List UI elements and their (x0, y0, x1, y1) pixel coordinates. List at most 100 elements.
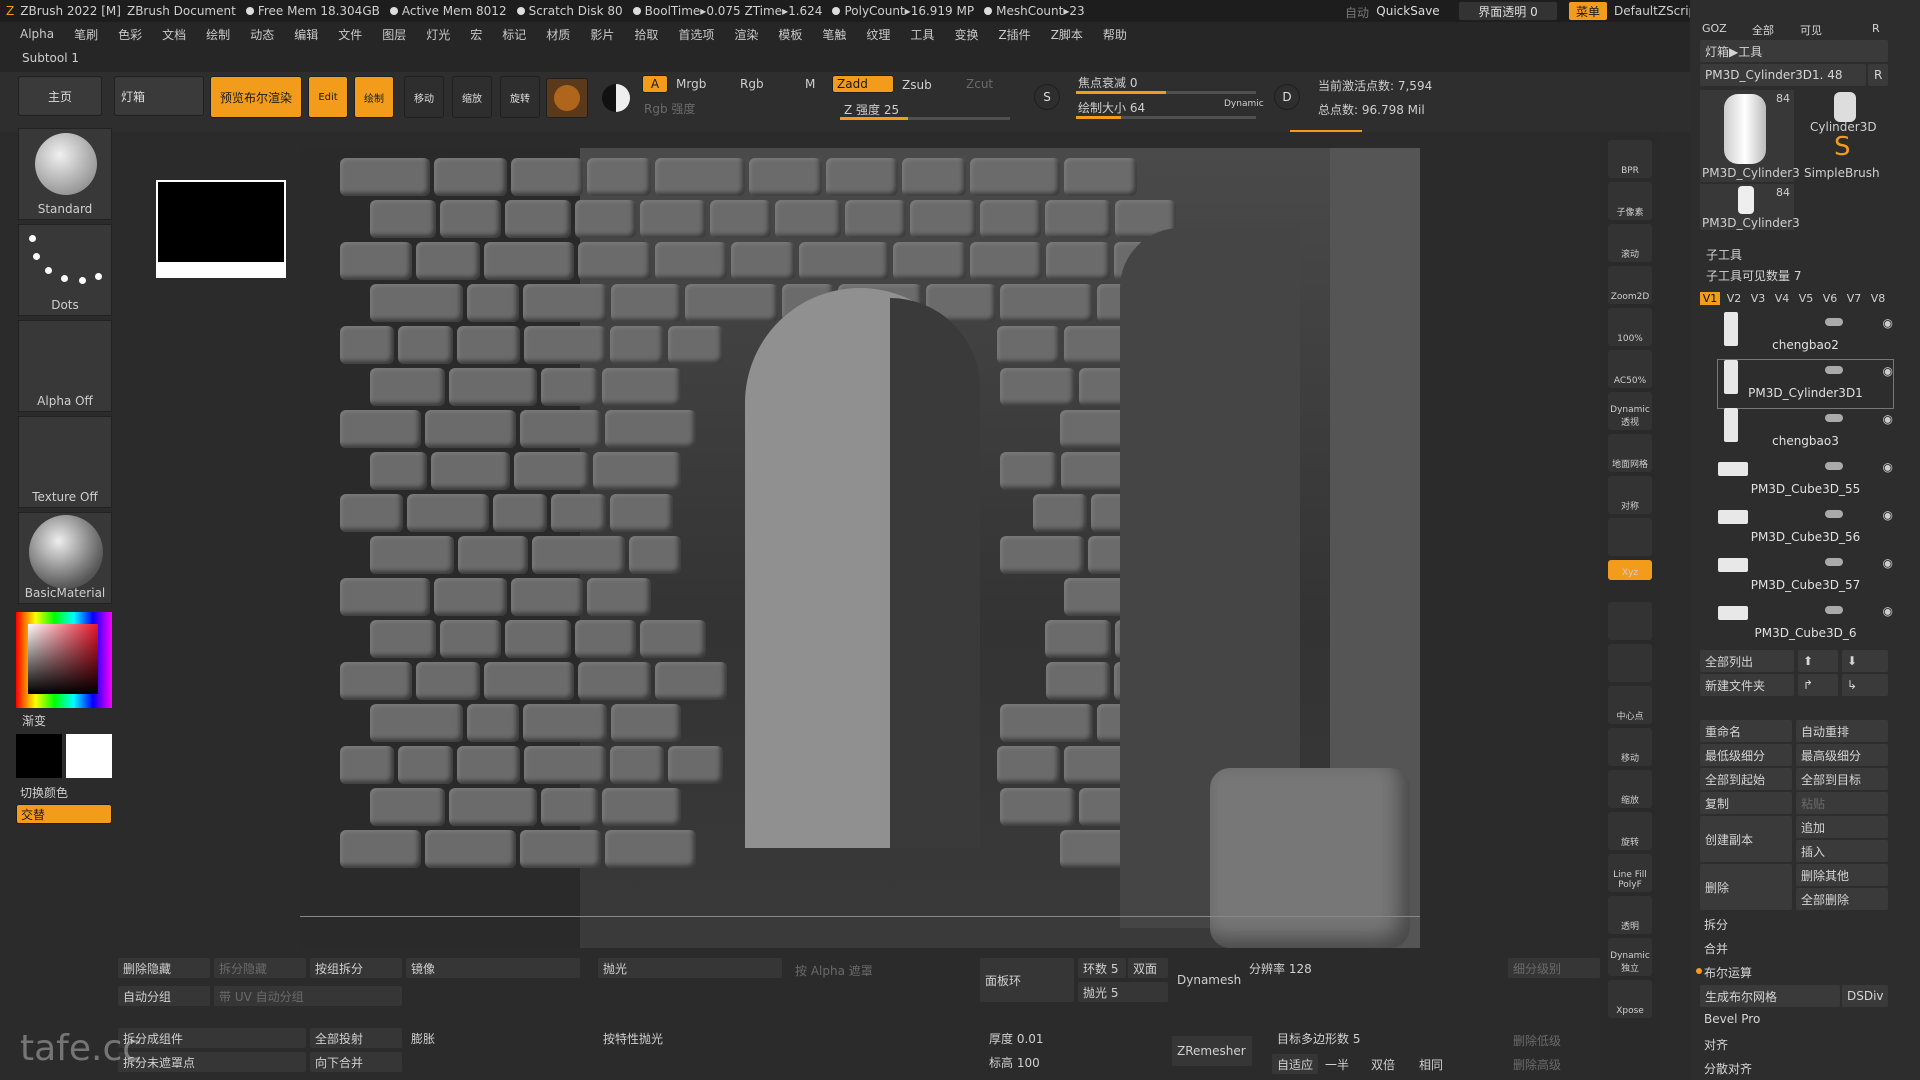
auto-group-button[interactable]: 自动分组 (118, 986, 210, 1006)
split-parts-button[interactable]: 拆分成组件 (118, 1028, 306, 1048)
z-intensity-slider[interactable]: Z 强度 25 (844, 101, 899, 118)
all-to-start-button[interactable]: 全部到起始 (1700, 768, 1792, 790)
menu-item-19[interactable]: 纹理 (866, 26, 890, 43)
auto-reorder-button[interactable]: 自动重排 (1796, 720, 1888, 742)
paste-button[interactable]: 粘贴 (1796, 792, 1888, 814)
split-by-group-button[interactable]: 按组拆分 (310, 958, 402, 978)
subtool-row[interactable]: ◉ PM3D_Cube3D_55 (1718, 456, 1893, 504)
shelf-button-4[interactable]: 100% (1608, 308, 1652, 346)
adaptive-button[interactable]: 自适应 (1272, 1054, 1318, 1074)
thickness-slider[interactable]: 厚度 0.01 (984, 1028, 1134, 1048)
menu-item-5[interactable]: 动态 (250, 26, 274, 43)
scale-button[interactable]: 缩放 (452, 76, 492, 118)
subtool-row[interactable]: ◉ chengbao2 (1718, 312, 1893, 360)
shelf-button-16[interactable]: 旋转 (1608, 812, 1652, 850)
lowest-subdiv-button[interactable]: 最低级细分 (1700, 744, 1792, 766)
color-sphere-icon[interactable] (596, 78, 636, 118)
uv-auto-group-button[interactable]: 带 UV 自动分组 (214, 986, 402, 1006)
menu-item-9[interactable]: 灯光 (426, 26, 450, 43)
gen-bool-mesh-button[interactable]: 生成布尔网格 (1700, 985, 1840, 1007)
tool-thumb-1[interactable]: 84 PM3D_Cylinder3 (1700, 90, 1800, 182)
menu-item-22[interactable]: Z插件 (998, 26, 1030, 43)
shelf-button-0[interactable]: BPR (1608, 140, 1652, 178)
menu-item-8[interactable]: 图层 (382, 26, 406, 43)
same-button[interactable]: 相同 (1414, 1054, 1458, 1074)
shelf-button-10[interactable]: Xyz (1608, 560, 1652, 580)
shelf-button-15[interactable]: 缩放 (1608, 770, 1652, 808)
zsub-button[interactable]: Zsub (902, 78, 932, 92)
new-folder-button[interactable]: 新建文件夹 (1700, 674, 1794, 696)
bevel-pro-section[interactable]: Bevel Pro (1704, 1012, 1760, 1026)
half-button[interactable]: 一半 (1320, 1054, 1364, 1074)
material-sphere-icon[interactable] (546, 78, 588, 118)
panel-loops-button[interactable]: 面板环 (980, 958, 1074, 1002)
shelf-button-9[interactable] (1608, 518, 1652, 556)
zcut-button[interactable]: Zcut (966, 77, 993, 91)
shelf-button-14[interactable]: 移动 (1608, 728, 1652, 766)
version-tab-v1[interactable]: V1 (1700, 292, 1720, 305)
subtool-toggle[interactable] (1825, 318, 1843, 326)
eye-icon[interactable]: ◉ (1883, 604, 1893, 618)
menu-item-21[interactable]: 变换 (954, 26, 978, 43)
split-unmasked-button[interactable]: 拆分未遮罩点 (118, 1052, 306, 1072)
menu-item-11[interactable]: 标记 (502, 26, 526, 43)
shelf-button-8[interactable]: 对称 (1608, 476, 1652, 514)
align-section[interactable]: 对齐 (1704, 1036, 1728, 1053)
a-mode-button[interactable]: A (642, 75, 668, 93)
menu-item-16[interactable]: 渲染 (734, 26, 758, 43)
feature-polish-slider[interactable]: 按特性抛光 (598, 1028, 782, 1048)
color-picker-square[interactable] (28, 624, 98, 694)
dsdiv-button[interactable]: DSDiv (1842, 985, 1888, 1007)
current-tool-slider[interactable]: PM3D_Cylinder3D1. 48 (1700, 64, 1866, 86)
menu-item-24[interactable]: 帮助 (1103, 26, 1127, 43)
all-button[interactable]: 全部 (1752, 22, 1774, 38)
resolution-slider[interactable]: 分辨率 128 (1244, 958, 1384, 978)
shelf-button-18[interactable]: 透明 (1608, 896, 1652, 934)
focal-shift-slider[interactable]: 焦点衰减 0 (1078, 74, 1137, 91)
navigator-thumbnail[interactable] (156, 180, 286, 278)
rotate-button[interactable]: 旋转 (500, 76, 540, 118)
brush-tile[interactable]: Standard (18, 128, 112, 220)
split-hidden-button[interactable]: 拆分隐藏 (214, 958, 306, 978)
boolean-section[interactable]: 布尔运算 (1704, 964, 1752, 981)
shelf-button-12[interactable] (1608, 644, 1652, 682)
all-to-target-button[interactable]: 全部到目标 (1796, 768, 1888, 790)
z-intensity-track[interactable] (840, 117, 1010, 120)
draw-size-d-icon[interactable]: D (1274, 84, 1300, 110)
subtool-row[interactable]: ◉ chengbao3 (1718, 408, 1893, 456)
subtool-row[interactable]: ◉ PM3D_Cube3D_56 (1718, 504, 1893, 552)
subtool-toggle[interactable] (1825, 558, 1843, 566)
menu-item-2[interactable]: 色彩 (118, 26, 142, 43)
menu-item-4[interactable]: 绘制 (206, 26, 230, 43)
ui-transparency-slider[interactable]: 界面透明 0 (1458, 1, 1558, 21)
version-tab-v2[interactable]: V2 (1724, 292, 1744, 305)
version-tab-v5[interactable]: V5 (1796, 292, 1816, 305)
project-all-button[interactable]: 全部投射 (310, 1028, 402, 1048)
shelf-button-3[interactable]: Zoom2D (1608, 266, 1652, 304)
dynamesh-button[interactable]: Dynamesh (1172, 970, 1242, 990)
double-sided-button[interactable]: 双面 (1128, 958, 1168, 978)
secondary-color-swatch[interactable] (66, 734, 112, 778)
subtool-row[interactable]: ◉ PM3D_Cube3D_57 (1718, 552, 1893, 600)
color-picker[interactable] (16, 612, 112, 708)
subtool-toggle[interactable] (1825, 414, 1843, 422)
lightbox-tool-button[interactable]: 灯箱▶工具 (1700, 40, 1888, 62)
copy-button[interactable]: 复制 (1700, 792, 1792, 814)
height-slider[interactable]: 标高 100 (984, 1052, 1134, 1072)
shelf-button-17[interactable]: Line Fill PolyF (1608, 854, 1652, 892)
inflate-slider[interactable]: 膨胀 (406, 1028, 580, 1048)
create-copy-button[interactable]: 创建副本 (1700, 816, 1792, 862)
shelf-button-19[interactable]: Dynamic 独立 (1608, 938, 1652, 976)
shelf-button-20[interactable]: Xpose (1608, 980, 1652, 1018)
menu-button[interactable]: 菜单 (1568, 1, 1608, 21)
move-up-arrow-icon[interactable]: ⬆ (1798, 650, 1838, 672)
material-tile[interactable]: BasicMaterial (18, 512, 112, 604)
mrgb-button[interactable]: Mrgb (676, 77, 706, 91)
draw-size-slider[interactable]: 绘制大小 64 (1078, 99, 1145, 116)
move-down-arrow-icon[interactable]: ⬇ (1842, 650, 1888, 672)
version-tab-v7[interactable]: V7 (1844, 292, 1864, 305)
zadd-button[interactable]: Zadd (832, 75, 894, 93)
focal-shift-track[interactable] (1076, 91, 1256, 94)
primary-color-swatch[interactable] (16, 734, 62, 778)
subtool-row[interactable]: ◉ PM3D_Cube3D_6 (1718, 600, 1893, 648)
